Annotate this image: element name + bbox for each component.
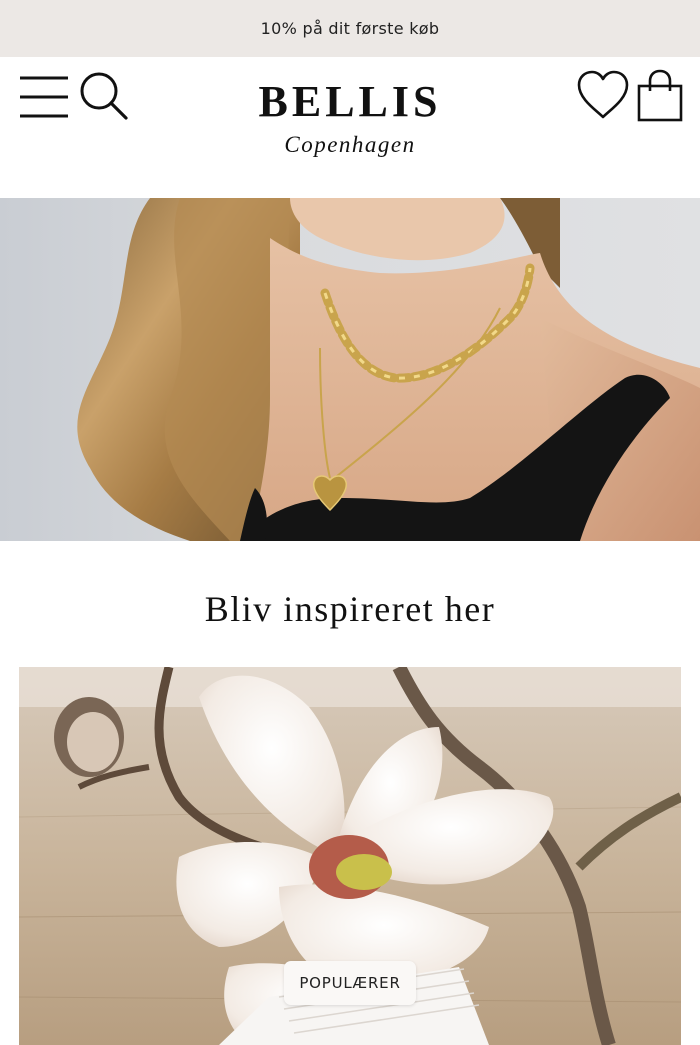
wishlist-button[interactable]	[576, 70, 630, 122]
hero-image	[0, 198, 700, 541]
shopping-bag-icon	[637, 69, 683, 122]
section-title: Bliv inspireret her	[204, 589, 496, 629]
site-header: BELLIS Copenhagen	[0, 57, 700, 198]
announcement-text: 10% på dit første køb	[260, 19, 440, 38]
logo-title: BELLIS	[258, 77, 442, 126]
popular-badge[interactable]: POPULÆRER	[284, 961, 416, 1005]
announcement-bar[interactable]: 10% på dit første køb	[0, 0, 700, 57]
menu-button[interactable]	[18, 72, 70, 122]
cart-button[interactable]	[636, 69, 684, 123]
search-button[interactable]	[78, 70, 130, 122]
logo-subtitle: Copenhagen	[284, 132, 416, 157]
hero-banner[interactable]	[0, 198, 700, 541]
brand-logo[interactable]: BELLIS Copenhagen	[200, 77, 500, 159]
hamburger-menu-icon	[20, 76, 68, 118]
search-icon	[80, 72, 128, 120]
heart-icon	[577, 70, 629, 119]
